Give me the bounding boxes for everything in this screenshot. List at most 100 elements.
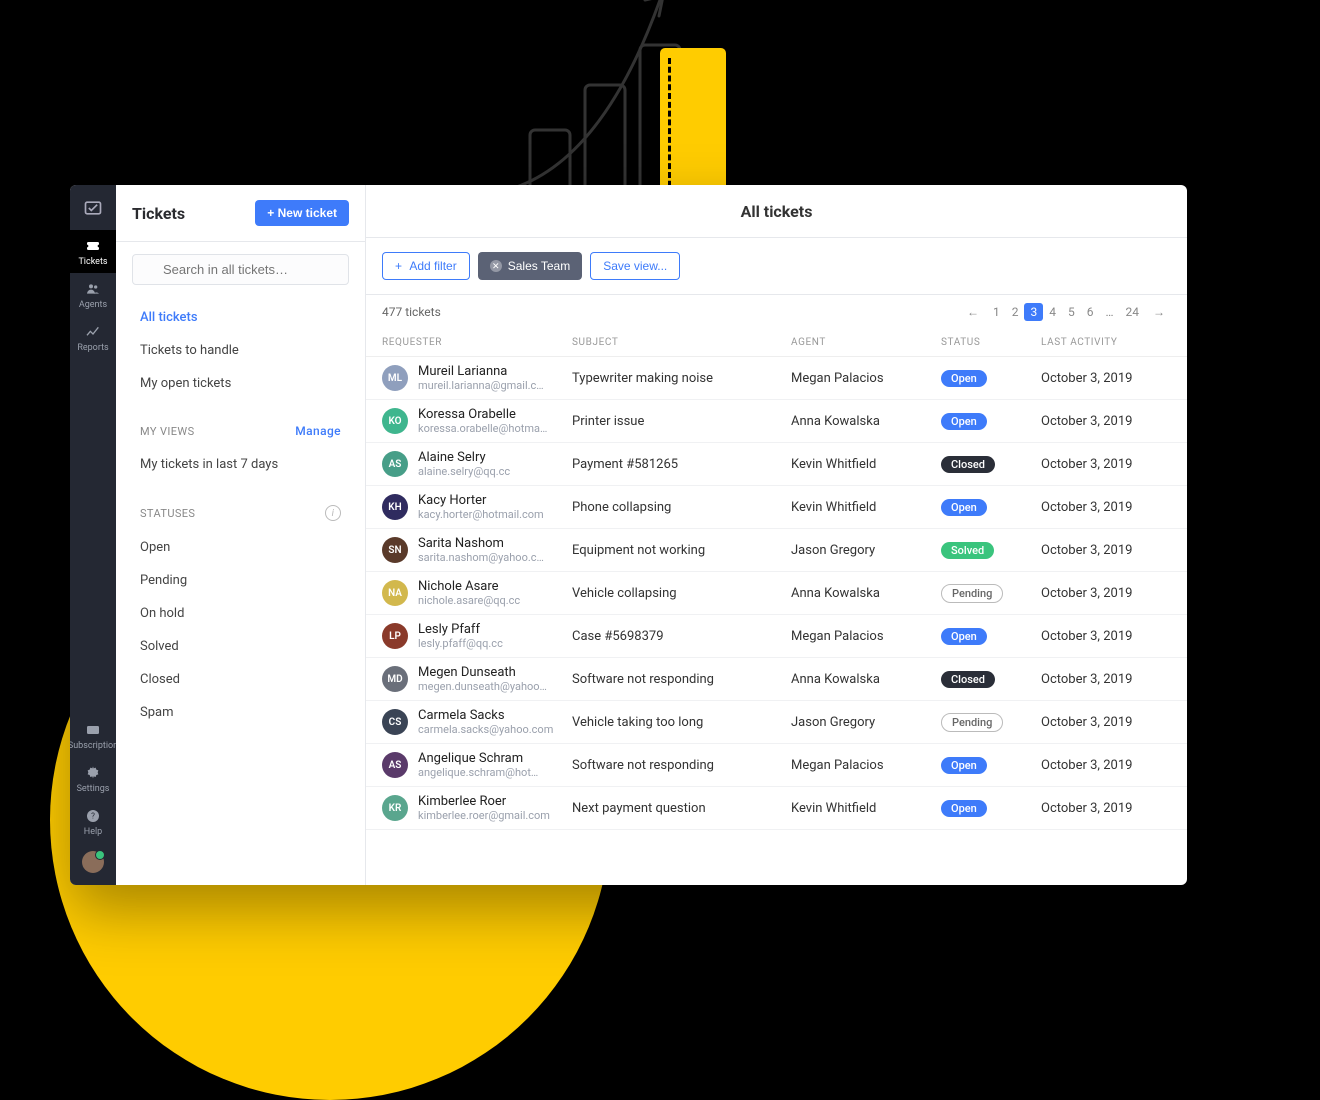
requester-name: Koressa Orabelle [418,407,547,422]
ticket-subject: Printer issue [572,414,791,429]
requester-email: alaine.selry@qq.cc [418,465,510,478]
sidebar-status[interactable]: Spam [116,696,365,729]
rail-item-reports[interactable]: Reports [70,316,116,359]
requester-email: kacy.horter@hotmail.com [418,508,544,521]
ticket-agent: Kevin Whitfield [791,457,941,472]
table-row[interactable]: NA Nichole Asare nichole.asare@qq.cc Veh… [366,572,1187,615]
status-badge: Open [941,413,987,430]
sidebar-status[interactable]: Closed [116,663,365,696]
requester-email: angelique.schram@hot… [418,766,538,779]
avatar: ML [382,365,408,391]
requester-name: Nichole Asare [418,579,520,594]
table-row[interactable]: MD Megen Dunseath megen.dunseath@yahoo… … [366,658,1187,701]
pager-page[interactable]: 6 [1081,303,1100,321]
pager-page[interactable]: 3 [1024,303,1043,321]
pager-next[interactable]: → [1147,303,1171,321]
pager: ← 123456…24 → [961,303,1171,321]
search-input[interactable] [132,254,349,285]
sidebar-status[interactable]: Pending [116,564,365,597]
col-subject: SUBJECT [572,337,791,348]
table-row[interactable]: KH Kacy Horter kacy.horter@hotmail.com P… [366,486,1187,529]
ticket-date: October 3, 2019 [1041,715,1171,730]
manage-link[interactable]: Manage [295,424,341,438]
ticket-date: October 3, 2019 [1041,801,1171,816]
pager-page[interactable]: 24 [1120,303,1146,321]
pager-page[interactable]: 1 [987,303,1006,321]
table-row[interactable]: LP Lesly Pfaff lesly.pfaff@qq.cc Case #5… [366,615,1187,658]
status-badge: Open [941,757,987,774]
info-icon[interactable]: i [325,505,341,521]
ticket-subject: Payment #581265 [572,457,791,472]
ticket-date: October 3, 2019 [1041,500,1171,515]
add-filter-button[interactable]: + Add filter [382,252,470,280]
user-avatar[interactable] [82,851,104,873]
pager-page[interactable]: 2 [1006,303,1025,321]
app-window: Tickets Agents Reports Subscription Sett… [70,185,1187,885]
ticket-date: October 3, 2019 [1041,586,1171,601]
status-badge: Open [941,499,987,516]
table-row[interactable]: KO Koressa Orabelle koressa.orabelle@hot… [366,400,1187,443]
close-icon[interactable]: ✕ [490,260,502,272]
status-badge: Pending [941,713,1003,732]
sidebar-view[interactable]: Tickets to handle [116,334,365,367]
requester-name: Angelique Schram [418,751,538,766]
avatar: AS [382,752,408,778]
ticket-subject: Equipment not working [572,543,791,558]
ticket-subject: Next payment question [572,801,791,816]
requester-name: Kimberlee Roer [418,794,550,809]
table-row[interactable]: CS Carmela Sacks carmela.sacks@yahoo.com… [366,701,1187,744]
requester-email: nichole.asare@qq.cc [418,594,520,607]
status-badge: Open [941,370,987,387]
nav-rail: Tickets Agents Reports Subscription Sett… [70,185,116,885]
requester-name: Carmela Sacks [418,708,553,723]
main-panel: All tickets + Add filter ✕ Sales Team Sa… [366,185,1187,885]
avatar: LP [382,623,408,649]
rail-label: Help [84,827,102,837]
table-row[interactable]: ML Mureil Larianna mureil.larianna@gmail… [366,357,1187,400]
ticket-agent: Kevin Whitfield [791,500,941,515]
pager-page[interactable]: 5 [1062,303,1081,321]
pager-page[interactable]: 4 [1043,303,1062,321]
svg-text:?: ? [91,812,95,821]
table-row[interactable]: KR Kimberlee Roer kimberlee.roer@gmail.c… [366,787,1187,830]
ticket-date: October 3, 2019 [1041,414,1171,429]
rail-label: Reports [77,343,108,353]
table-row[interactable]: AS Angelique Schram angelique.schram@hot… [366,744,1187,787]
filter-chip[interactable]: ✕ Sales Team [478,252,582,280]
requester-email: mureil.larianna@gmail.c… [418,379,544,392]
ticket-date: October 3, 2019 [1041,371,1171,386]
sidebar-status[interactable]: Solved [116,630,365,663]
sidebar-my-view[interactable]: My tickets in last 7 days [116,448,365,481]
ticket-agent: Anna Kowalska [791,414,941,429]
sidebar-view[interactable]: My open tickets [116,367,365,400]
ticket-agent: Megan Palacios [791,758,941,773]
table-row[interactable]: AS Alaine Selry alaine.selry@qq.cc Payme… [366,443,1187,486]
rail-item-subscription[interactable]: Subscription [70,714,116,757]
avatar: KO [382,408,408,434]
sidebar-status[interactable]: Open [116,531,365,564]
rail-item-agents[interactable]: Agents [70,273,116,316]
requester-name: Lesly Pfaff [418,622,503,637]
rail-item-tickets[interactable]: Tickets [70,230,116,273]
pager-prev[interactable]: ← [961,303,985,321]
app-logo[interactable] [70,185,116,230]
rail-label: Tickets [78,257,107,267]
main-title: All tickets [741,202,813,221]
ticket-count: 477 tickets [382,305,441,319]
ticket-agent: Anna Kowalska [791,672,941,687]
rail-item-help[interactable]: ? Help [70,800,116,843]
requester-email: carmela.sacks@yahoo.com [418,723,553,736]
my-views-header: MY VIEWS [140,425,195,438]
sidebar-status[interactable]: On hold [116,597,365,630]
save-view-button[interactable]: Save view... [590,252,680,280]
requester-name: Alaine Selry [418,450,510,465]
sidebar-view[interactable]: All tickets [116,301,365,334]
new-ticket-button[interactable]: + New ticket [255,200,349,226]
avatar: KR [382,795,408,821]
rail-item-settings[interactable]: Settings [70,757,116,800]
requester-email: lesly.pfaff@qq.cc [418,637,503,650]
table-row[interactable]: SN Sarita Nashom sarita.nashom@yahoo.c… … [366,529,1187,572]
ticket-agent: Megan Palacios [791,371,941,386]
table-header: REQUESTER SUBJECT AGENT STATUS LAST ACTI… [366,329,1187,357]
ticket-subject: Case #5698379 [572,629,791,644]
